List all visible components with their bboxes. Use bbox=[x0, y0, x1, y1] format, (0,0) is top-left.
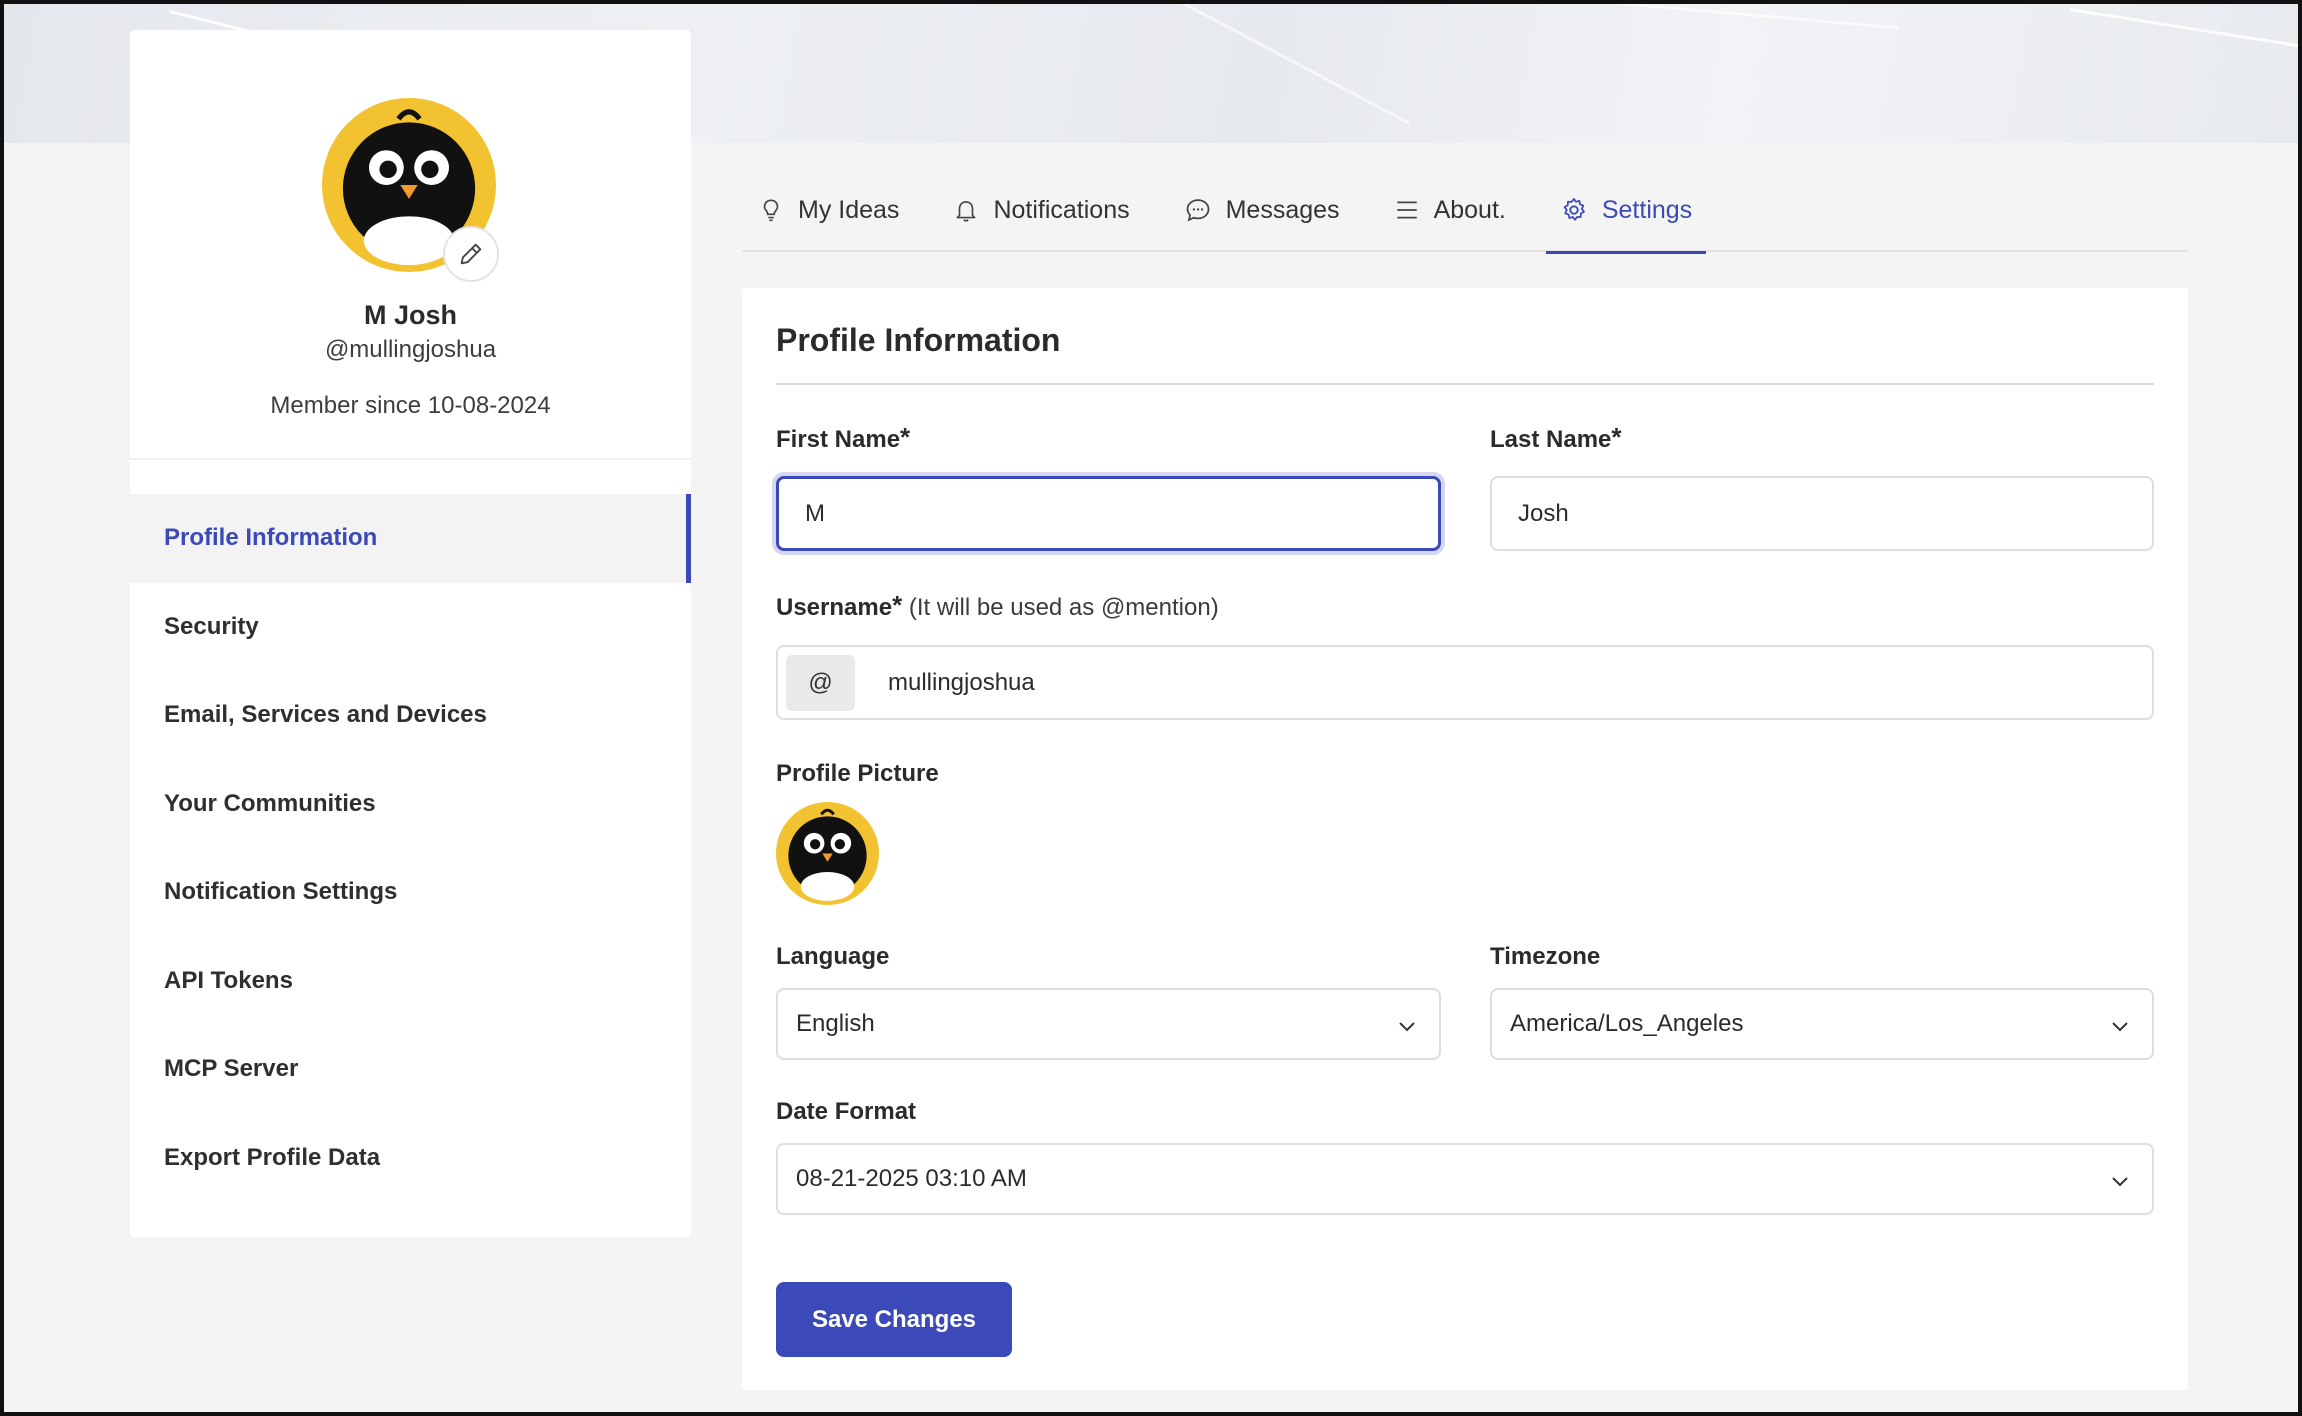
tab-notifications[interactable]: Notifications bbox=[939, 168, 1143, 252]
language-select[interactable]: English bbox=[776, 988, 1441, 1060]
date-format-value: 08-21-2025 03:10 AM bbox=[796, 1165, 1027, 1192]
first-name-label-text: First Name bbox=[776, 426, 901, 453]
date-format-select[interactable]: 08-21-2025 03:10 AM bbox=[776, 1143, 2154, 1215]
tab-about[interactable]: About. bbox=[1380, 168, 1520, 252]
username-value: mullingjoshua bbox=[888, 668, 1035, 696]
chat-bubble-icon bbox=[1186, 199, 1209, 222]
sidebar-item-security[interactable]: Security bbox=[130, 583, 691, 672]
language-value: English bbox=[796, 1010, 875, 1037]
sidebar-item-export-profile-data[interactable]: Export Profile Data bbox=[130, 1114, 691, 1203]
tab-label: Messages bbox=[1225, 195, 1340, 224]
username-hint: (It will be used as @mention) bbox=[908, 594, 1219, 621]
at-prefix: @ bbox=[786, 655, 855, 711]
profile-handle: @mullingjoshua bbox=[324, 336, 497, 363]
username-label: Username* (It will be used as @mention) bbox=[776, 590, 1219, 625]
required-marker: * bbox=[1611, 422, 1622, 452]
last-name-input[interactable]: Josh bbox=[1490, 476, 2154, 551]
profile-sidebar: M Josh @mullingjoshua Member since 10-08… bbox=[130, 30, 691, 1237]
sidebar-item-profile-information[interactable]: Profile Information bbox=[130, 494, 691, 583]
profile-name: M Josh bbox=[363, 300, 457, 330]
panel-title: Profile Information bbox=[776, 322, 1061, 358]
first-name-input[interactable]: M bbox=[776, 476, 1441, 551]
gear-icon bbox=[1563, 198, 1585, 221]
save-changes-button[interactable]: Save Changes bbox=[776, 1282, 1012, 1357]
username-label-text: Username bbox=[776, 594, 893, 621]
last-name-label-text: Last Name bbox=[1490, 426, 1612, 453]
last-name-label: Last Name* bbox=[1490, 422, 1622, 457]
member-since: Member since 10-08-2024 bbox=[270, 392, 551, 419]
tab-my-ideas[interactable]: My Ideas bbox=[742, 168, 913, 252]
menu-lines-icon bbox=[1396, 201, 1417, 219]
tab-label: My Ideas bbox=[798, 195, 900, 224]
sidebar-item-your-communities[interactable]: Your Communities bbox=[130, 760, 691, 849]
sidebar-item-notification-settings[interactable]: Notification Settings bbox=[130, 848, 691, 937]
chevron-down-icon bbox=[1399, 1022, 1415, 1032]
chevron-down-icon bbox=[2112, 1022, 2128, 1032]
username-input[interactable]: @ mullingjoshua bbox=[776, 645, 2154, 720]
edit-avatar-button[interactable] bbox=[443, 226, 499, 282]
tab-settings[interactable]: Settings bbox=[1545, 168, 1707, 254]
lightbulb-icon bbox=[763, 199, 779, 222]
pencil-icon bbox=[460, 243, 482, 265]
tab-label: Settings bbox=[1601, 195, 1693, 224]
tab-label: About. bbox=[1433, 195, 1506, 224]
first-name-value: M bbox=[805, 499, 825, 527]
sidebar-item-email-services-devices[interactable]: Email, Services and Devices bbox=[130, 671, 691, 760]
tab-messages[interactable]: Messages bbox=[1170, 168, 1354, 252]
timezone-value: America/Los_Angeles bbox=[1510, 1010, 1744, 1037]
sidebar-item-api-tokens[interactable]: API Tokens bbox=[130, 937, 691, 1026]
chevron-down-icon bbox=[2112, 1177, 2128, 1187]
profile-tabs: My Ideas Notifications Messages About. S… bbox=[742, 168, 2188, 254]
profile-picture-label: Profile Picture bbox=[776, 760, 939, 787]
first-name-label: First Name* bbox=[776, 422, 910, 457]
bell-icon bbox=[956, 201, 976, 222]
panel-divider bbox=[776, 383, 2154, 385]
timezone-select[interactable]: America/Los_Angeles bbox=[1490, 988, 2154, 1060]
timezone-label: Timezone bbox=[1490, 943, 1601, 970]
profile-information-panel: Profile Information First Name* M Last N… bbox=[742, 288, 2188, 1390]
profile-picture-preview[interactable] bbox=[776, 802, 879, 905]
language-label: Language bbox=[776, 943, 890, 970]
sidebar-divider bbox=[130, 458, 691, 460]
tab-label: Notifications bbox=[993, 195, 1130, 224]
last-name-value: Josh bbox=[1518, 499, 1569, 527]
required-marker: * bbox=[892, 590, 903, 620]
date-format-label: Date Format bbox=[776, 1098, 917, 1125]
settings-menu: Profile Information Security Email, Serv… bbox=[130, 494, 691, 1202]
sidebar-item-mcp-server[interactable]: MCP Server bbox=[130, 1025, 691, 1114]
required-marker: * bbox=[900, 422, 911, 452]
